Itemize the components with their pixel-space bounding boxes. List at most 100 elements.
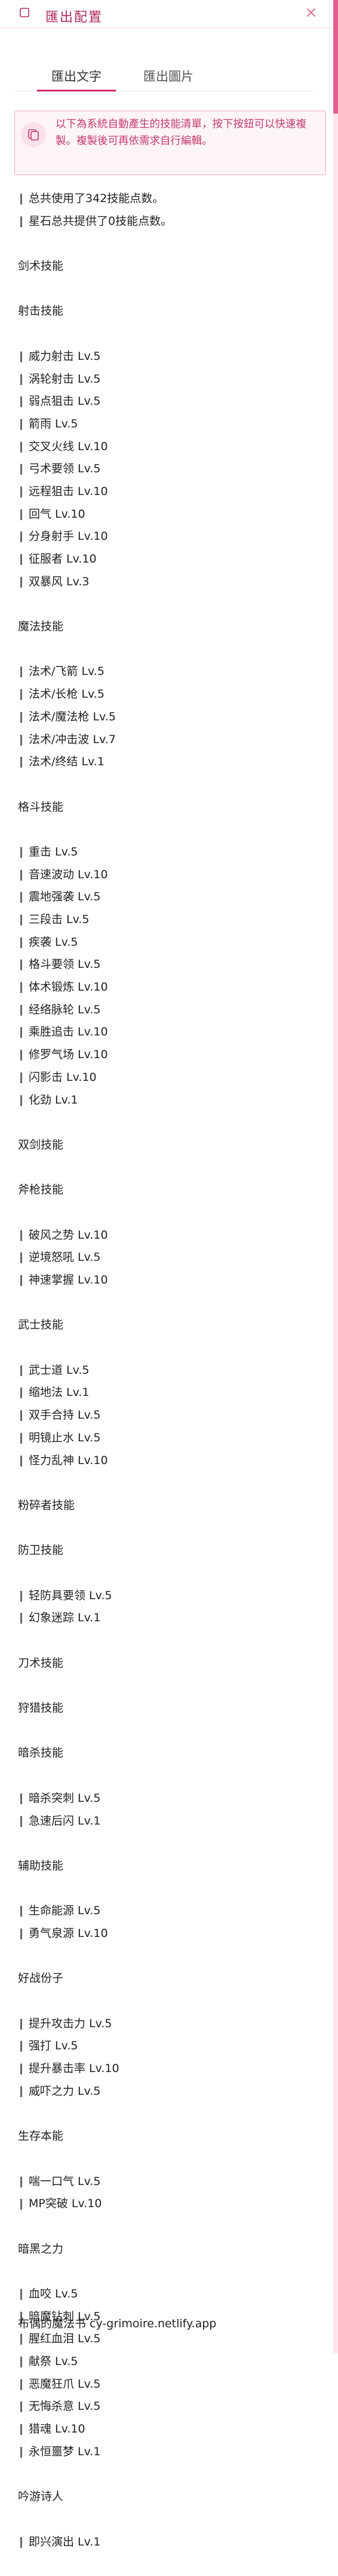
footer-text: 布偶的魔法书 cy-grimoire.netlify.app [18, 2317, 217, 2330]
skill-item: 恶魔狂爪 Lv.5 [18, 2373, 317, 2396]
tab-export-text[interactable]: 匯出文字 [29, 62, 124, 91]
skill-item: 怪力乱神 Lv.10 [18, 1450, 317, 1472]
skill-item: 体术锻炼 Lv.10 [18, 976, 317, 999]
skill-item: 神速掌握 Lv.10 [18, 1269, 317, 1292]
skill-item: 暗杀突刺 Lv.5 [18, 1787, 317, 1810]
skill-item: 涡轮射击 Lv.5 [18, 368, 317, 391]
dialog-title: 匯出配置 [45, 10, 103, 25]
scrollbar[interactable] [333, 0, 338, 2353]
notice-text: 以下為系統自動產生的技能清單，按下按鈕可以快速複製。複製後可再依需求自行編輯。 [56, 118, 306, 147]
skill-item: 明镜止水 Lv.5 [18, 1427, 317, 1450]
section-heading: 好战份子 [18, 1972, 64, 1985]
section-heading: 格斗技能 [18, 800, 64, 814]
skill-item: 威力射击 Lv.5 [18, 346, 317, 368]
section-heading: 刀术技能 [18, 1656, 64, 1670]
skill-item: 喘一口气 Lv.5 [18, 2171, 317, 2193]
skill-item: 法术/长枪 Lv.5 [18, 683, 317, 706]
skill-item: 缩地法 Lv.1 [18, 1382, 317, 1404]
section-heading: 生存本能 [18, 2129, 64, 2143]
skill-item: 破风之势 Lv.10 [18, 1224, 317, 1247]
tab-bar: 匯出文字 匯出圖片 [14, 62, 313, 91]
drag-icon [20, 8, 29, 17]
skill-item: 即兴演出 Lv.1 [18, 2531, 317, 2554]
section-heading: 粉碎者技能 [18, 1498, 75, 1512]
summary-line: 星石总共提供了0技能点数。 [18, 210, 317, 233]
skill-item: 闪影击 Lv.10 [18, 1067, 317, 1089]
skill-item: 弱点狙击 Lv.5 [18, 390, 317, 413]
summary-line: 总共使用了342技能点数。 [18, 188, 317, 210]
skill-item: 重击 Lv.5 [18, 841, 317, 864]
skill-item: 提升攻击力 Lv.5 [18, 2013, 317, 2036]
skill-item: 血咬 Lv.5 [18, 2283, 317, 2306]
skill-item: 急速后闪 Lv.1 [18, 1810, 317, 1833]
skill-item: 修罗气场 Lv.10 [18, 1044, 317, 1067]
skill-item: 威吓之力 Lv.5 [18, 2080, 317, 2103]
skill-item: 幻象迷踪 Lv.1 [18, 1607, 317, 1630]
skill-item: 无悔杀意 Lv.5 [18, 2395, 317, 2418]
skill-item: 远程狙击 Lv.10 [18, 481, 317, 503]
section-heading: 剑术技能 [18, 259, 64, 273]
section-heading: 双剑技能 [18, 1138, 64, 1151]
skill-item: 武士道 Lv.5 [18, 1359, 317, 1382]
skill-item: 法术/冲击波 Lv.7 [18, 729, 317, 751]
section-heading: 射击技能 [18, 304, 64, 318]
skill-item: MP突破 Lv.10 [18, 2193, 317, 2216]
skill-item: 化劲 Lv.1 [18, 1089, 317, 1112]
tab-export-image[interactable]: 匯出圖片 [121, 62, 216, 91]
skill-item: 双手合持 Lv.5 [18, 1404, 317, 1427]
skill-item: 轻防具要领 Lv.5 [18, 1585, 317, 1608]
scrollbar-thumb[interactable] [333, 0, 338, 114]
section-heading: 暗杀技能 [18, 1746, 64, 1760]
section-heading: 防卫技能 [18, 1544, 64, 1557]
copy-button[interactable] [21, 122, 46, 147]
skill-item: 猎魂 Lv.10 [18, 2418, 317, 2441]
skill-item: 征服者 Lv.10 [18, 548, 317, 571]
section-heading: 狩猎技能 [18, 1701, 64, 1715]
skill-item: 生命能源 Lv.5 [18, 1900, 317, 1923]
skill-item: 法术/飞箭 Lv.5 [18, 661, 317, 683]
skill-item: 经络脉轮 Lv.5 [18, 999, 317, 1022]
skill-item: 分身射手 Lv.10 [18, 525, 317, 548]
skill-item: 箭雨 Lv.5 [18, 413, 317, 436]
skill-item: 勇气泉源 Lv.10 [18, 1923, 317, 1945]
header-bar: 匯出配置 × [0, 0, 338, 28]
skill-item: 腥红血泪 Lv.5 [18, 2328, 317, 2351]
skill-item: 格斗要领 Lv.5 [18, 954, 317, 976]
skill-item: 震地强袭 Lv.5 [18, 886, 317, 909]
skill-item: 强打 Lv.5 [18, 2035, 317, 2058]
skill-item: 疾袭 Lv.5 [18, 931, 317, 954]
copy-icon [28, 129, 39, 140]
skill-item: 永恒噩梦 Lv.1 [18, 2441, 317, 2464]
close-icon[interactable]: × [302, 4, 320, 22]
section-heading: 吟游诗人 [18, 2490, 64, 2504]
skill-item: 双暴风 Lv.3 [18, 571, 317, 594]
skill-item: 法术/终结 Lv.1 [18, 751, 317, 774]
section-heading: 武士技能 [18, 1318, 64, 1332]
section-heading: 魔法技能 [18, 620, 64, 634]
skill-item: 提升暴击率 Lv.10 [18, 2058, 317, 2080]
